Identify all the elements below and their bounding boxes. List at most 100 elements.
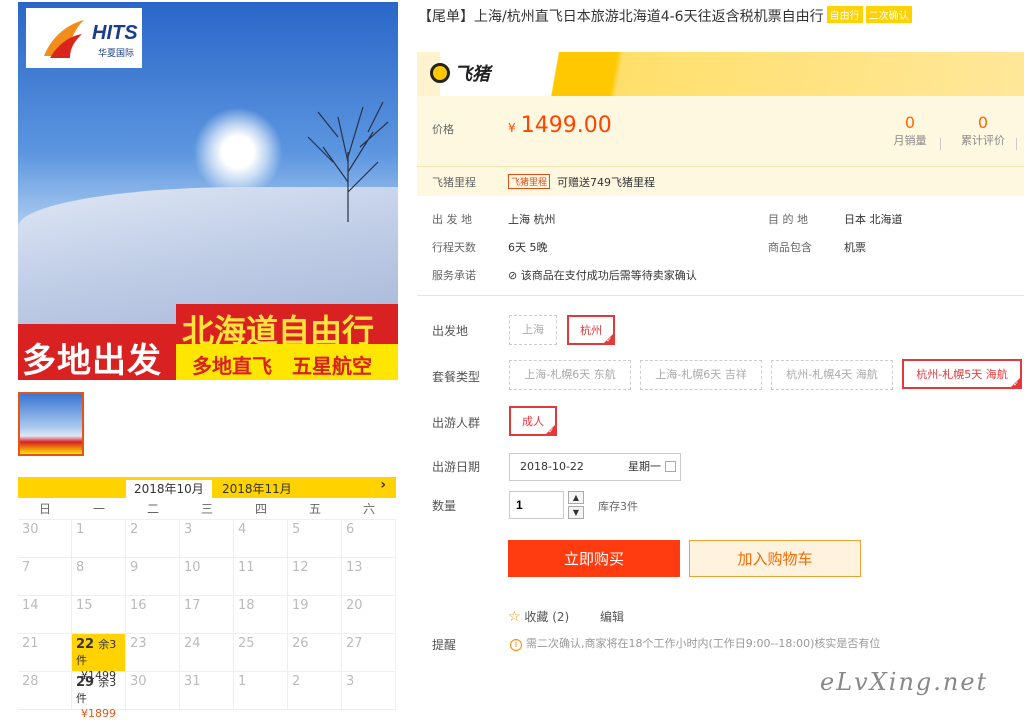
favorite-label: 收藏 (2) bbox=[524, 610, 570, 624]
total-reviews[interactable]: 0 累计评价 bbox=[955, 113, 1011, 148]
dest-value: 日本 北海道 bbox=[844, 213, 903, 226]
miles-text: 可赠送749飞猪里程 bbox=[557, 176, 655, 189]
product-title: 【尾单】上海/杭州直飞日本旅游北海道4-6天往返含税机票自由行 自由行 二次确认 bbox=[418, 6, 912, 26]
include-value: 机票 bbox=[844, 241, 866, 254]
weekday: 日 bbox=[38, 502, 51, 516]
option-label: 上海-札幌6天 吉祥 bbox=[655, 368, 747, 381]
calendar-day: 10 bbox=[180, 558, 234, 596]
quantity-input[interactable] bbox=[509, 491, 564, 519]
remind-text: 需二次确认,商家将在18个工作小时内(工作日9:00--18:00)核实是否有位 bbox=[526, 637, 881, 650]
calendar-day: 12 bbox=[288, 558, 342, 596]
weekday: 三 bbox=[200, 502, 213, 516]
day-number: 15 bbox=[76, 598, 93, 613]
calendar-day: 15 bbox=[72, 596, 126, 634]
calendar-day: 30 bbox=[126, 672, 180, 710]
calendar-day: 14 bbox=[18, 596, 72, 634]
fliggy-logo: 飞猪 bbox=[430, 60, 490, 86]
calendar-day: 17 bbox=[180, 596, 234, 634]
option-package-4[interactable]: 杭州-札幌5天 海航 ✓ bbox=[902, 359, 1022, 389]
option-package-3[interactable]: 杭州-札幌4天 海航 bbox=[771, 360, 893, 390]
tag-reconfirm: 二次确认 bbox=[865, 6, 912, 23]
favorite-button[interactable]: ☆ 收藏 (2) bbox=[508, 608, 569, 625]
check-icon: ✓ bbox=[548, 427, 554, 435]
dest-label: 目 的 地 bbox=[768, 213, 808, 226]
image-thumbnail[interactable] bbox=[18, 392, 84, 456]
date-picker[interactable]: 2018-10-22 星期一 bbox=[509, 453, 681, 481]
option-package-1[interactable]: 上海-札幌6天 东航 bbox=[509, 360, 631, 390]
calendar-day: 4 bbox=[234, 520, 288, 558]
calendar-day: 18 bbox=[234, 596, 288, 634]
day-number: 3 bbox=[184, 522, 193, 537]
day-number: 17 bbox=[184, 598, 201, 613]
calendar-day: 31 bbox=[180, 672, 234, 710]
tab-month-october[interactable]: 2018年10月 bbox=[126, 480, 212, 498]
weekday: 五 bbox=[308, 502, 321, 516]
day-number: 28 bbox=[22, 674, 39, 689]
calendar-day-available[interactable]: 29 余3件 ¥1899 bbox=[72, 672, 126, 720]
tag-free-travel: 自由行 bbox=[826, 6, 863, 23]
day-number: 9 bbox=[130, 560, 139, 575]
day-number: 10 bbox=[184, 560, 201, 575]
calendar-week-row: 7 8 9 10 11 12 13 bbox=[18, 558, 396, 596]
day-number: 8 bbox=[76, 560, 85, 575]
currency: ¥ bbox=[508, 121, 516, 135]
calendar-week-row: 21 22 余3件 ¥1499 23 24 25 26 27 bbox=[18, 634, 396, 682]
day-number: 14 bbox=[22, 598, 39, 613]
weekday: 一 bbox=[92, 502, 105, 516]
check-icon: ✓ bbox=[606, 336, 612, 344]
day-number: 31 bbox=[184, 674, 201, 689]
option-people-adult[interactable]: 成人 ✓ bbox=[509, 406, 557, 436]
calendar-day: 23 bbox=[126, 634, 180, 672]
day-number: 4 bbox=[238, 522, 247, 537]
calendar-day: 2 bbox=[288, 672, 342, 710]
monthly-sales: 0 月销量 bbox=[888, 113, 932, 148]
calendar-header: 2018年10月 2018年11月 › bbox=[18, 477, 396, 498]
quantity-decrease-button[interactable]: ▼ bbox=[568, 506, 584, 519]
buy-now-button[interactable]: 立即购买 bbox=[508, 540, 680, 577]
fliggy-bar-stripe bbox=[440, 52, 1024, 96]
calendar-day-available[interactable]: 22 余3件 ¥1499 bbox=[72, 634, 126, 682]
option-depart-shanghai[interactable]: 上海 bbox=[509, 315, 557, 345]
option-depart-hangzhou[interactable]: 杭州 ✓ bbox=[567, 315, 615, 345]
add-to-cart-button[interactable]: 加入购物车 bbox=[689, 540, 861, 577]
remind-label: 提醒 bbox=[432, 638, 457, 652]
include-label: 商品包含 bbox=[768, 241, 812, 254]
day-number: 30 bbox=[130, 674, 147, 689]
day-number: 20 bbox=[346, 598, 363, 613]
calendar-day: 20 bbox=[342, 596, 396, 634]
price-label: 价格 bbox=[432, 123, 454, 136]
brand-name: HITS bbox=[92, 22, 138, 44]
edit-link[interactable]: 编辑 bbox=[600, 608, 624, 625]
price-value: 1499.00 bbox=[520, 113, 612, 138]
day-number: 26 bbox=[292, 636, 309, 651]
tab-month-november[interactable]: 2018年11月 bbox=[214, 480, 300, 498]
day-number: 30 bbox=[22, 522, 39, 537]
option-label: 成人 bbox=[522, 415, 544, 428]
calendar-day: 24 bbox=[180, 634, 234, 672]
next-month-icon[interactable]: › bbox=[380, 477, 386, 493]
check-circle-icon: ⊘ bbox=[508, 269, 518, 282]
day-number: 29 bbox=[76, 675, 95, 690]
depart-option-label: 出发地 bbox=[432, 324, 469, 338]
brand-sub: 华夏国际 bbox=[98, 49, 135, 59]
quantity-increase-button[interactable]: ▲ bbox=[568, 491, 584, 504]
fliggy-logo-text: 飞猪 bbox=[454, 64, 490, 85]
divider bbox=[940, 138, 941, 150]
calendar-day: 13 bbox=[342, 558, 396, 596]
quantity-label: 数量 bbox=[432, 499, 457, 513]
calendar-day: 21 bbox=[18, 634, 72, 672]
day-price: ¥1899 bbox=[81, 707, 116, 720]
option-package-2[interactable]: 上海-札幌6天 吉祥 bbox=[640, 360, 762, 390]
day-number: 7 bbox=[22, 560, 31, 575]
package-option-label: 套餐类型 bbox=[432, 370, 481, 384]
divider bbox=[1016, 138, 1017, 150]
calendar-day: 28 bbox=[18, 672, 72, 710]
option-label: 杭州-札幌4天 海航 bbox=[786, 368, 878, 381]
date-option-label: 出游日期 bbox=[432, 460, 481, 474]
day-number: 5 bbox=[292, 522, 301, 537]
total-reviews-value: 0 bbox=[977, 113, 989, 132]
pig-icon bbox=[430, 63, 450, 83]
calendar-day: 30 bbox=[18, 520, 72, 558]
monthly-sales-value: 0 bbox=[904, 113, 916, 132]
day-number: 1 bbox=[76, 522, 85, 537]
